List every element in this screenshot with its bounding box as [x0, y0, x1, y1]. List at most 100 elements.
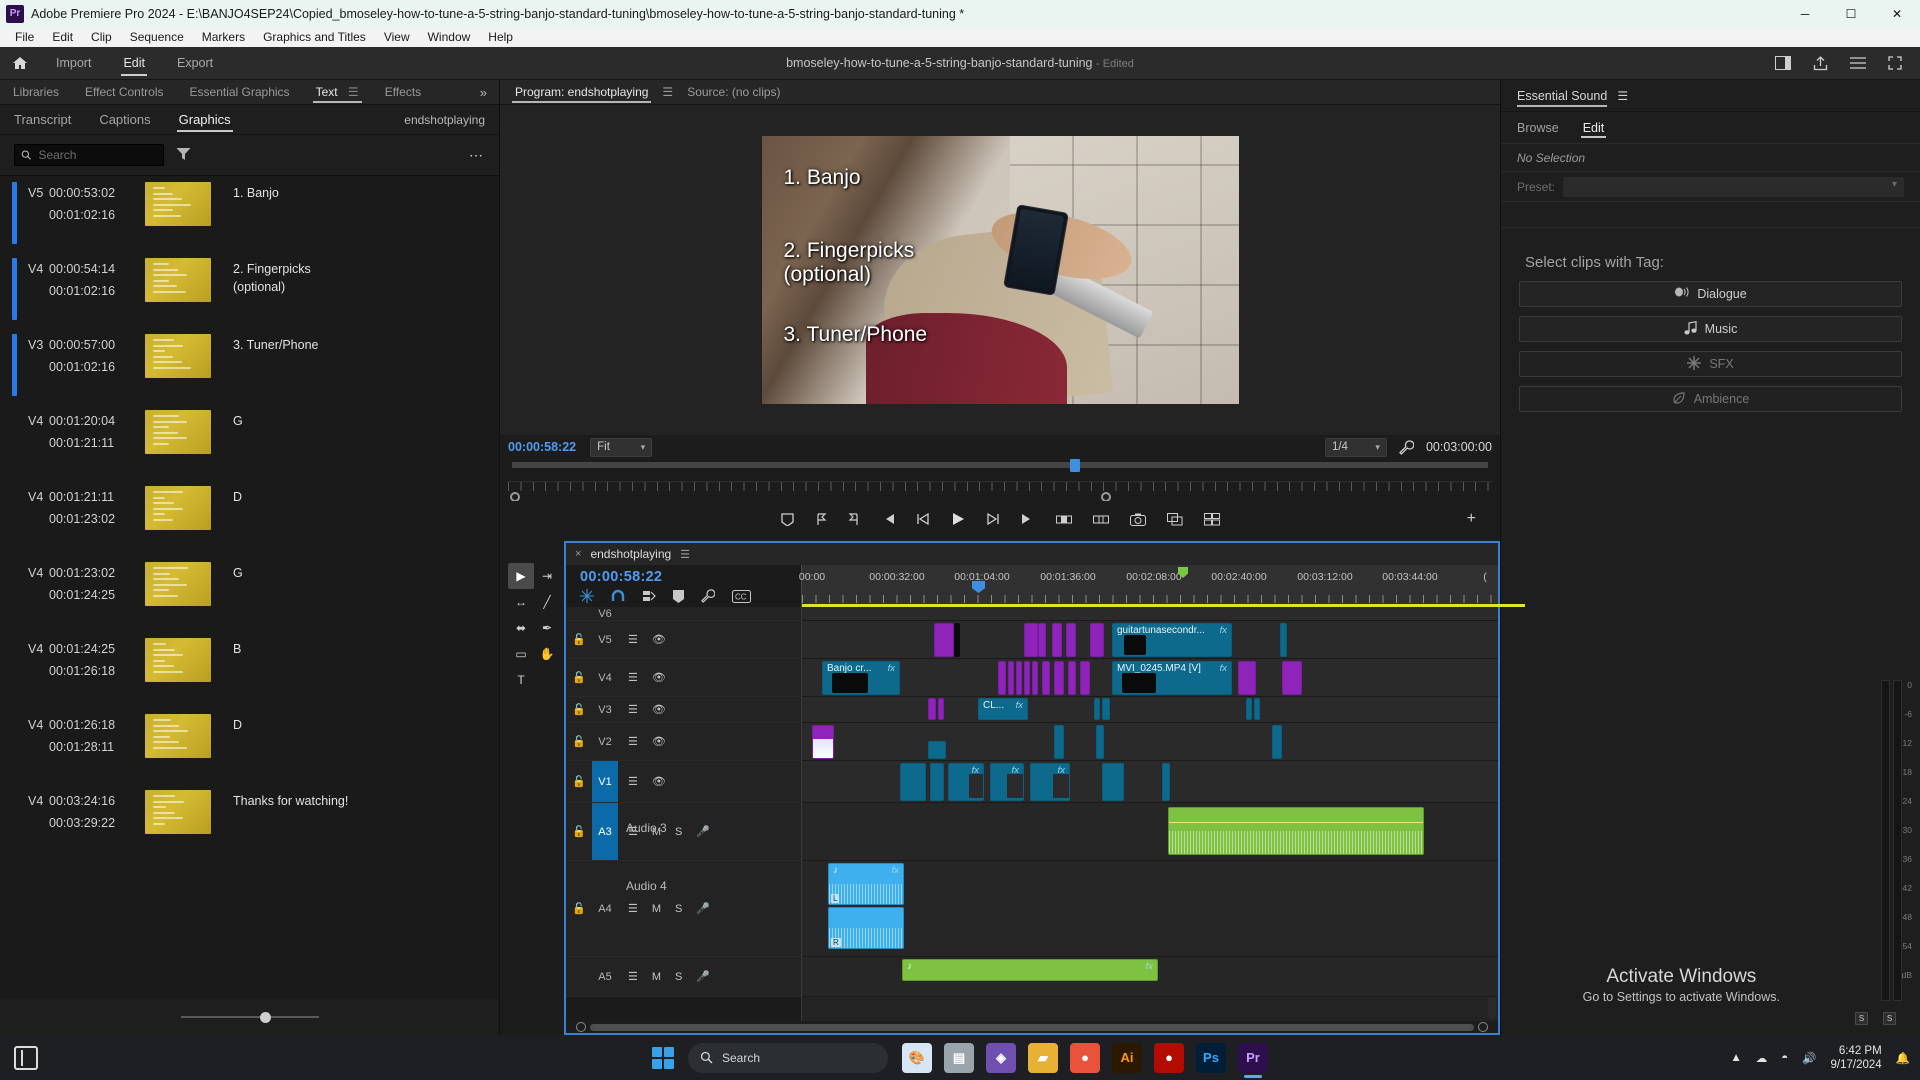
timeline-clip[interactable]	[1038, 623, 1046, 657]
menu-item-markers[interactable]: Markers	[193, 27, 254, 47]
meter-solo-right[interactable]: S	[1883, 1012, 1896, 1025]
mute-button[interactable]: M	[652, 903, 661, 915]
track-select-forward-tool[interactable]: ⇥	[534, 563, 560, 589]
track-lane-v2[interactable]	[802, 723, 1498, 761]
snap-to-playhead-icon[interactable]	[580, 589, 594, 603]
graphics-list-item[interactable]: V4 00:01:21:11 00:01:23:02 D	[0, 480, 499, 556]
graphic-thumbnail[interactable]	[145, 486, 211, 530]
tab-source-monitor[interactable]: Source: (no clips)	[680, 80, 787, 105]
lift-icon[interactable]	[1055, 513, 1072, 526]
graphic-thumbnail[interactable]	[145, 790, 211, 834]
timeline-clip[interactable]	[832, 673, 868, 693]
tab-browse[interactable]: Browse	[1517, 112, 1559, 144]
panel-menu-icon[interactable]: ☰	[1617, 89, 1628, 103]
timeline-clip[interactable]	[998, 661, 1006, 695]
taskbar-clock[interactable]: 6:42 PM 9/17/2024	[1831, 1044, 1882, 1072]
track-select-v2[interactable]: V2	[592, 723, 618, 760]
tabs-overflow-icon[interactable]: »	[468, 85, 499, 100]
timeline-clip[interactable]: fx	[1030, 763, 1070, 801]
track-lane-v1[interactable]: fx fx fx	[802, 761, 1498, 803]
chevron-up-icon[interactable]: ▲	[1730, 1052, 1741, 1064]
timeline-clip[interactable]	[1238, 661, 1256, 695]
track-lock-icon[interactable]: 🔓	[566, 825, 592, 838]
notifications-icon[interactable]: 🔔	[1896, 1051, 1910, 1065]
solo-button[interactable]: S	[675, 826, 682, 838]
graphic-thumbnail[interactable]	[145, 410, 211, 454]
voice-over-icon[interactable]: 🎤	[696, 970, 710, 983]
menu-icon[interactable]	[1850, 57, 1866, 69]
zoom-level-select[interactable]: Fit ▾	[590, 437, 653, 457]
program-monitor-viewport[interactable]: 1. Banjo 2. Fingerpicks (optional) 3. Tu…	[500, 105, 1500, 435]
maximize-button[interactable]: ☐	[1828, 0, 1874, 27]
track-lane-v5[interactable]: guitartunasecondr... fx	[802, 621, 1498, 659]
meter-solo-left[interactable]: S	[1855, 1012, 1868, 1025]
menu-item-edit[interactable]: Edit	[43, 27, 82, 47]
subtab-transcript[interactable]: Transcript	[0, 105, 85, 135]
subtab-graphics[interactable]: Graphics	[165, 105, 245, 135]
graphics-list-item[interactable]: V5 00:00:53:02 00:01:02:16 1. Banjo	[0, 176, 499, 252]
track-lane-a5[interactable]: ♪ fx	[802, 957, 1498, 997]
track-targeting-icon[interactable]: ☰	[628, 902, 638, 915]
timeline-clip[interactable]: fx	[948, 763, 984, 801]
tab-effects[interactable]: Effects	[372, 80, 434, 105]
timeline-clip[interactable]	[1280, 623, 1287, 657]
go-to-in-icon[interactable]	[881, 513, 895, 525]
selection-tool[interactable]: ▶	[508, 563, 534, 589]
taskbar-search[interactable]: Search	[688, 1042, 888, 1073]
timeline-playhead[interactable]	[972, 581, 985, 593]
timeline-clip[interactable]	[1090, 623, 1104, 657]
scrollbar-zoom-right[interactable]	[1478, 1022, 1488, 1032]
graphic-thumbnail[interactable]	[145, 638, 211, 682]
track-lane-v6[interactable]	[802, 607, 1498, 621]
program-duration-timecode[interactable]: 00:03:00:00	[1426, 440, 1492, 454]
search-input[interactable]	[38, 148, 157, 162]
timeline-horizontal-scrollbar[interactable]	[566, 1021, 1498, 1033]
track-select-v5[interactable]: V5	[592, 621, 618, 658]
menu-item-clip[interactable]: Clip	[82, 27, 121, 47]
graphic-thumbnail[interactable]	[145, 714, 211, 758]
timeline-clip[interactable]	[1024, 661, 1030, 695]
workspace-tab-export[interactable]: Export	[161, 47, 229, 80]
timeline-clip[interactable]	[1080, 661, 1090, 695]
magnet-snap-icon[interactable]	[611, 589, 625, 603]
track-lock-icon[interactable]: 🔓	[566, 671, 592, 684]
slip-tool[interactable]: ⬌	[508, 615, 534, 641]
workspace-tab-import[interactable]: Import	[40, 47, 107, 80]
toggle-track-output-icon[interactable]: 👁	[652, 735, 666, 748]
workspace-tab-edit[interactable]: Edit	[107, 47, 161, 80]
step-forward-icon[interactable]	[986, 513, 1000, 525]
timeline-clip[interactable]	[1102, 763, 1124, 801]
button-editor-add-icon[interactable]: +	[1467, 510, 1476, 528]
timeline-clip[interactable]	[928, 698, 936, 720]
menu-item-view[interactable]: View	[375, 27, 419, 47]
track-header-v3[interactable]: 🔓 V3 ☰ 👁	[566, 697, 801, 723]
graphic-thumbnail[interactable]	[145, 258, 211, 302]
track-select-v4[interactable]: V4	[592, 659, 618, 696]
timeline-clip[interactable]	[1102, 698, 1110, 720]
tag-button-sfx[interactable]: SFX	[1519, 351, 1902, 377]
timeline-clip[interactable]	[1272, 725, 1282, 759]
tab-text[interactable]: Text ☰	[303, 80, 372, 105]
program-scrub-bar[interactable]	[500, 459, 1500, 481]
acrobat-icon[interactable]: ●	[1154, 1042, 1184, 1073]
graphics-list[interactable]: V5 00:00:53:02 00:01:02:16 1. Banjo V4 00:00:…	[0, 175, 499, 999]
graphic-thumbnail[interactable]	[145, 334, 211, 378]
program-monitor-menu-icon[interactable]: ☰	[655, 80, 680, 105]
timeline-clip[interactable]	[1246, 698, 1252, 720]
timeline-clip[interactable]	[812, 725, 834, 759]
mark-in-icon[interactable]	[815, 512, 827, 526]
volume-icon[interactable]: 🔊	[1802, 1051, 1816, 1065]
program-current-timecode[interactable]: 00:00:58:22	[508, 440, 576, 454]
wifi-icon[interactable]: ◓	[1781, 1052, 1788, 1064]
linked-selection-icon[interactable]	[642, 589, 656, 603]
timeline-clip[interactable]	[1066, 623, 1076, 657]
type-tool[interactable]: T	[508, 667, 534, 693]
preset-select[interactable]	[1563, 176, 1904, 197]
wrench-icon[interactable]	[1399, 439, 1414, 455]
tab-essential-graphics[interactable]: Essential Graphics	[177, 80, 303, 105]
filter-funnel-icon[interactable]	[176, 147, 191, 164]
timeline-clip[interactable]	[1016, 661, 1022, 695]
tab-libraries[interactable]: Libraries	[0, 80, 72, 105]
timeline-clip[interactable]	[1052, 623, 1062, 657]
timeline-clip[interactable]	[954, 623, 960, 657]
